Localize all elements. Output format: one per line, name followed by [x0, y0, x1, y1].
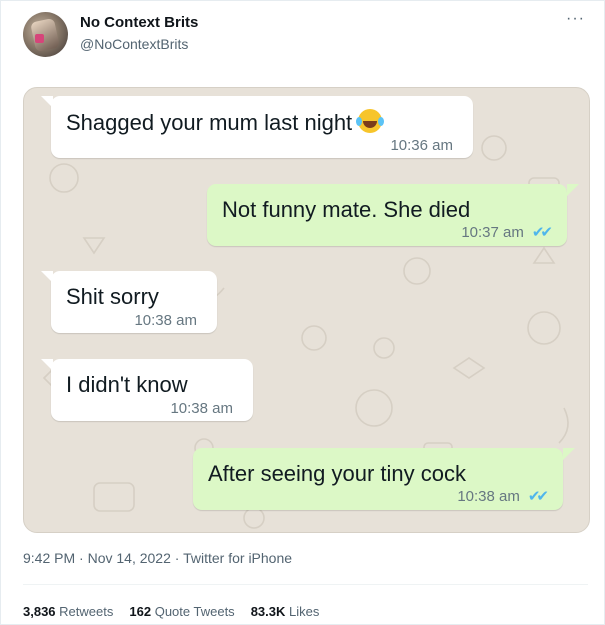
- bubble-tail: [567, 184, 579, 196]
- message-time: 10:38 am: [134, 312, 197, 329]
- retweets-label: Retweets: [59, 604, 114, 619]
- chat-message-incoming: Shit sorry 10:38 am: [51, 271, 217, 333]
- tweet-source[interactable]: Twitter for iPhone: [183, 550, 292, 566]
- divider: [23, 584, 588, 585]
- message-text: Shit sorry: [66, 284, 159, 309]
- double-check-read-icon: ✔✔: [527, 488, 549, 505]
- tweet-meta: 9:42 PM · Nov 14, 2022 · Twitter for iPh…: [23, 550, 292, 566]
- laughing-emoji-icon: [356, 109, 383, 133]
- chat-message-incoming: I didn't know 10:38 am: [51, 359, 253, 421]
- message-time: 10:38 am: [170, 400, 233, 417]
- meta-separator: ·: [174, 550, 180, 566]
- quote-tweets-count: 162: [129, 604, 152, 619]
- meta-separator: ·: [79, 550, 84, 566]
- more-horizontal-icon[interactable]: ···: [566, 10, 585, 28]
- retweets-count: 3,836: [23, 604, 56, 619]
- message-text: I didn't know: [66, 372, 188, 397]
- bubble-tail: [563, 448, 575, 460]
- likes-link[interactable]: 83.3K Likes: [251, 604, 320, 619]
- tweet-date[interactable]: Nov 14, 2022: [88, 550, 171, 566]
- quote-tweets-label: Quote Tweets: [154, 604, 235, 619]
- likes-count: 83.3K: [250, 604, 286, 619]
- quote-tweets-link[interactable]: 162 Quote Tweets: [129, 604, 234, 619]
- message-time: 10:37 am: [461, 224, 524, 241]
- message-text: Not funny mate. She died: [222, 197, 471, 222]
- message-text: Shagged your mum last night: [66, 110, 353, 135]
- bubble-tail: [41, 271, 53, 283]
- message-time: 10:36 am: [390, 137, 453, 154]
- double-check-read-icon: ✔✔: [531, 224, 553, 241]
- chat-message-incoming: Shagged your mum last night 10:36 am: [51, 96, 473, 158]
- chat-message-outgoing: Not funny mate. She died 10:37 am ✔✔: [207, 184, 567, 246]
- avatar[interactable]: [23, 12, 68, 57]
- bubble-tail: [41, 359, 53, 371]
- chat-screenshot-image[interactable]: Shagged your mum last night 10:36 am Not…: [23, 87, 590, 533]
- tweet-stats: 3,836 Retweets 162 Quote Tweets 83.3K Like…: [23, 604, 319, 619]
- message-text: After seeing your tiny cock: [208, 461, 467, 486]
- display-name[interactable]: No Context Brits: [80, 14, 198, 31]
- retweets-link[interactable]: 3,836 Retweets: [23, 604, 113, 619]
- message-time: 10:38 am: [457, 488, 520, 505]
- chat-message-outgoing: After seeing your tiny cock 10:38 am ✔✔: [193, 448, 563, 510]
- tweet-time[interactable]: 9:42 PM: [23, 550, 75, 566]
- bubble-tail: [41, 96, 53, 108]
- likes-label: Likes: [289, 604, 320, 619]
- user-handle[interactable]: @NoContextBrits: [80, 36, 188, 52]
